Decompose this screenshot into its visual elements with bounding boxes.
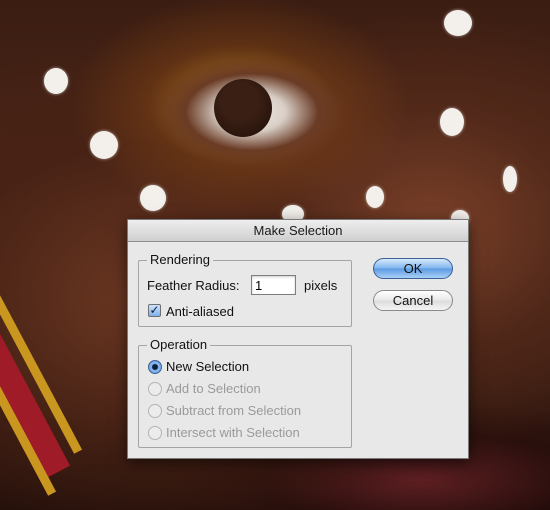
operation-legend: Operation xyxy=(147,337,211,353)
paint-dot xyxy=(44,68,68,94)
add-to-selection-label[interactable]: Add to Selection xyxy=(166,381,261,397)
new-selection-label[interactable]: New Selection xyxy=(166,359,249,375)
ok-button[interactable]: OK xyxy=(373,258,453,279)
cancel-button[interactable]: Cancel xyxy=(373,290,453,311)
checkmark-icon: ✓ xyxy=(149,303,160,317)
anti-aliased-label[interactable]: Anti-aliased xyxy=(166,304,234,320)
intersect-with-selection-radio[interactable] xyxy=(148,426,162,440)
rendering-legend: Rendering xyxy=(147,252,213,268)
paint-dot xyxy=(366,186,384,208)
paint-dot xyxy=(440,108,464,136)
intersect-with-selection-label[interactable]: Intersect with Selection xyxy=(166,425,300,441)
paint-dot xyxy=(90,131,118,159)
subtract-from-selection-radio[interactable] xyxy=(148,404,162,418)
add-to-selection-radio[interactable] xyxy=(148,382,162,396)
subtract-from-selection-label[interactable]: Subtract from Selection xyxy=(166,403,301,419)
dialog-title: Make Selection xyxy=(128,220,468,242)
red-face-stripe xyxy=(0,236,71,478)
eye-iris xyxy=(214,79,272,137)
paint-dot xyxy=(444,10,472,36)
pixels-unit-label: pixels xyxy=(304,278,338,293)
anti-aliased-checkbox[interactable]: ✓ xyxy=(148,304,161,317)
new-selection-radio[interactable] xyxy=(148,360,162,374)
paint-dot xyxy=(503,166,517,192)
paint-dot xyxy=(140,185,166,211)
make-selection-dialog: Make Selection Rendering Feather Radius:… xyxy=(127,219,469,459)
feather-radius-input[interactable] xyxy=(251,275,296,295)
feather-radius-label: Feather Radius: xyxy=(147,278,240,293)
